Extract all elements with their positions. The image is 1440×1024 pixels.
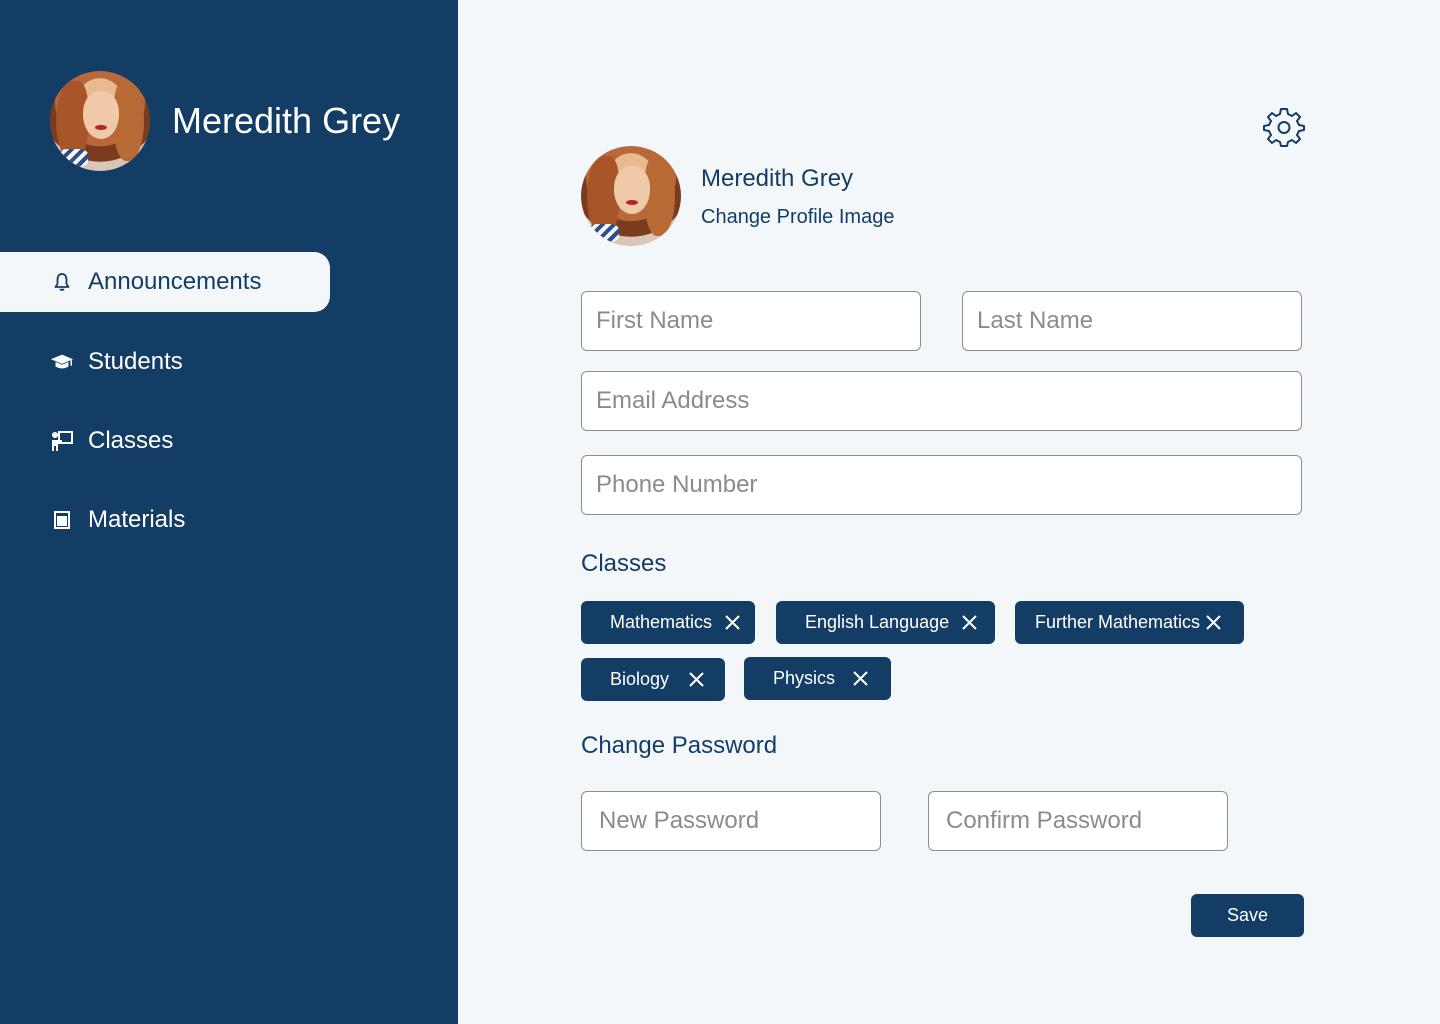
class-chip: Further Mathematics [1015,601,1244,644]
change-profile-image-link[interactable]: Change Profile Image [701,203,894,231]
sidebar-item-label: Announcements [88,268,262,295]
classes-section-title: Classes [581,550,667,577]
close-icon[interactable] [724,614,741,631]
email-field[interactable] [581,371,1302,431]
class-chip-label: Physics [773,668,836,688]
class-chip-label: Further Mathematics [1035,612,1201,632]
sidebar-avatar [50,71,150,171]
gear-icon[interactable] [1263,105,1305,147]
class-chip: Biology [581,658,725,701]
phone-field[interactable] [581,455,1302,515]
first-name-field[interactable] [581,291,921,351]
save-button[interactable]: Save [1191,894,1304,937]
sidebar-item-label: Materials [88,506,186,533]
class-chip: Mathematics [581,601,755,644]
sidebar-user-name: Meredith Grey [172,100,401,141]
close-icon[interactable] [961,614,978,631]
close-icon[interactable] [1205,614,1222,631]
close-icon[interactable] [852,670,869,687]
confirm-password-field[interactable] [928,791,1228,851]
close-icon[interactable] [688,671,705,688]
new-password-field[interactable] [581,791,881,851]
sidebar-item-label: Classes [88,427,174,454]
sidebar-item-announcements[interactable]: Announcements [0,252,330,312]
chalkboard-teacher-icon [50,429,74,453]
change-password-title: Change Password [581,732,778,759]
class-chip-label: Biology [610,669,670,689]
class-chip-label: English Language [805,612,950,632]
sidebar-item-students[interactable]: Students [0,332,330,392]
class-chip: Physics [744,657,891,700]
profile-name: Meredith Grey [701,165,854,192]
sidebar: Meredith Grey Announcements Students Cla… [0,0,458,1024]
last-name-field[interactable] [962,291,1302,351]
class-chip: English Language [776,601,995,644]
graduation-cap-icon [50,350,74,374]
sidebar-item-label: Students [88,348,183,375]
profile-avatar [581,146,681,246]
book-icon [50,508,74,532]
bell-icon [50,270,74,294]
class-chip-label: Mathematics [610,612,713,632]
sidebar-item-materials[interactable]: Materials [0,490,330,550]
sidebar-item-classes[interactable]: Classes [0,411,330,471]
